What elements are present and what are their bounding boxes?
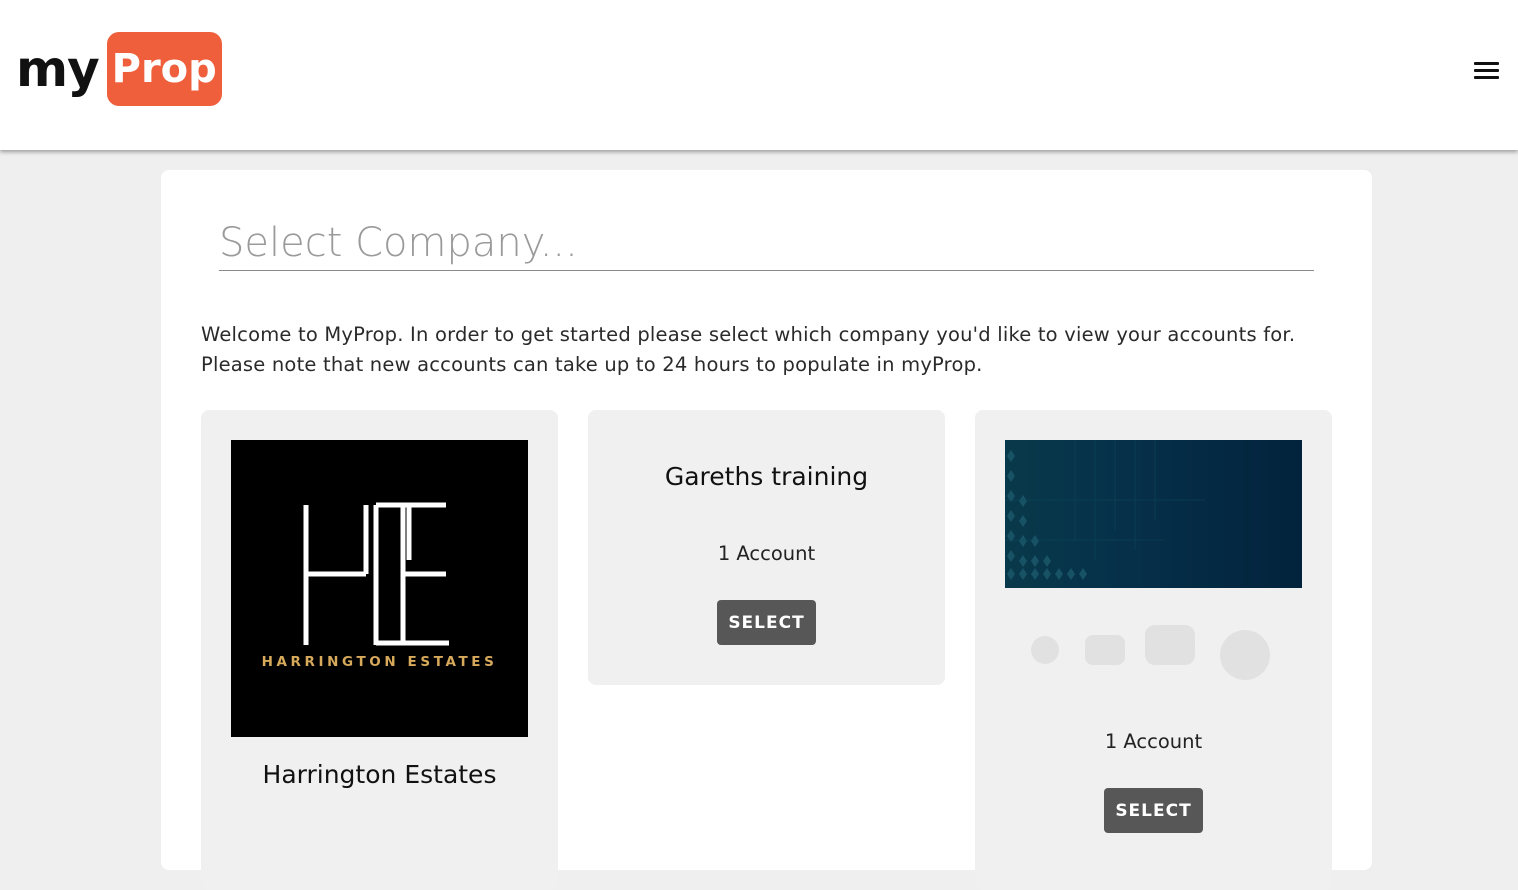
top-header: my Prop — [0, 0, 1518, 150]
logo-subtitle: HARRINGTON ESTATES — [261, 654, 498, 670]
select-button[interactable]: SELECT — [717, 600, 816, 645]
company-card-gareths-training[interactable]: Gareths training 1 Account SELECT — [588, 410, 945, 685]
logo-my-text: my — [16, 40, 100, 98]
faded-company-logo — [1031, 625, 1270, 680]
company-card-third[interactable]: 1 Account SELECT — [975, 410, 1332, 890]
account-count: 1 Account — [717, 542, 816, 565]
company-select-panel: Welcome to MyProp. In order to get start… — [161, 170, 1372, 890]
company-banner-image — [1005, 440, 1302, 588]
harrington-logo: HARRINGTON ESTATES — [231, 440, 528, 737]
diamond-pattern-icon — [1005, 440, 1205, 580]
select-button[interactable]: SELECT — [1104, 788, 1203, 833]
he-monogram-icon — [303, 502, 449, 646]
select-company-input[interactable] — [219, 216, 1314, 271]
company-name: Harrington Estates — [262, 760, 497, 789]
account-count: 1 Account — [1104, 730, 1203, 753]
company-card-harrington[interactable]: HARRINGTON ESTATES Harrington Estates — [201, 410, 558, 890]
welcome-message: Welcome to MyProp. In order to get start… — [201, 323, 1296, 376]
company-name: Gareths training — [664, 462, 869, 491]
hamburger-menu-icon[interactable] — [1474, 62, 1499, 80]
logo-prop-badge: Prop — [106, 32, 222, 106]
myprop-logo[interactable]: my Prop — [16, 32, 222, 106]
